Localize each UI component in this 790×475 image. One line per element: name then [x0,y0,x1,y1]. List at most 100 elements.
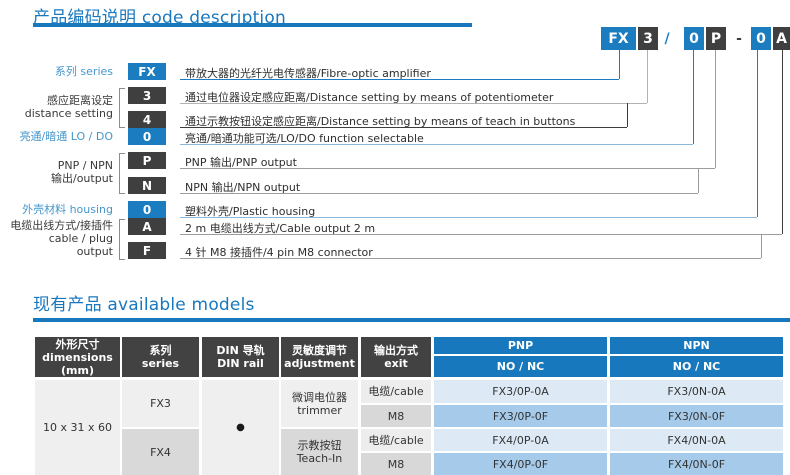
header-line: DIN rail [217,357,264,370]
cell-exit-row1: 电缆/cable [361,380,431,403]
cell-model-npn-row3: FX4/0N-0A [610,429,783,451]
cell-adjustment-teach-in: 示教按钮 Teach-In [281,429,358,475]
code-separator-dash: - [733,27,745,50]
header-line: 外形尺寸 [56,338,100,351]
label-line: 亮通/暗通 LO / DO [20,130,113,143]
connector-vertical-0-housing [757,50,758,217]
adjustment-line: trimmer [297,404,342,417]
code-box-4: 4 [128,111,166,128]
section1-underline [33,23,472,27]
code-box-N: N [128,177,166,194]
diagram-row-FX: FX 带放大器的光纤光电传感器/Fibre-optic amplifier [0,63,790,80]
cell-model-npn-row1: FX3/0N-0A [610,380,783,403]
code-segment-P: P [706,27,726,50]
cell-exit-row3: 电缆/cable [361,429,431,451]
adjustment-line: Teach-In [297,452,343,465]
section2-underline [33,318,790,322]
connector-vertical-FX [619,50,620,79]
cell-model-pnp-row3: FX4/0P-0A [434,429,607,451]
label-line: 电缆出线方式/接插件 [10,219,113,232]
code-segment-FX: FX [601,27,636,50]
diagram-row-0-housing: 0 塑料外壳/Plastic housing [0,201,790,218]
cell-model-npn-row2: FX3/0N-0F [610,405,783,427]
connector-vertical-A [782,50,783,234]
code-segment-0a: 0 [684,27,704,50]
adjustment-line: 示教按钮 [298,439,342,452]
label-line: PNP / NPN [51,159,113,172]
cell-exit-row2: M8 [361,405,431,427]
table-header-exit: 输出方式 exit [361,337,431,377]
cell-adjustment-trimmer: 微调电位器 trimmer [281,380,358,427]
cell-series-fx4: FX4 [122,429,199,475]
table-header-pnp-nonc: NO / NC [434,356,607,377]
code-box-F: F [128,242,166,259]
table-header-din-rail: DIN 导轨 DIN rail [202,337,279,377]
connector-underline-P [180,168,715,169]
bracket-cable-plug [119,219,125,260]
code-box-0-housing: 0 [128,201,166,218]
section2-title-zh: 现有产品 [33,295,102,315]
label-line: output [10,245,113,258]
header-line: 输出方式 [374,344,418,357]
cell-model-pnp-row4: FX4/0P-0F [434,453,607,475]
table-header-pnp: PNP [434,337,607,354]
bracket-distance-setting [119,88,125,128]
code-box-A: A [128,218,166,235]
label-housing: 外壳材料 housing [22,203,113,216]
table-header-npn: NPN [610,337,783,354]
label-line: 系列 series [55,65,113,78]
cell-model-pnp-row1: FX3/0P-0A [434,380,607,403]
code-box-P: P [128,152,166,169]
header-line: exit [384,357,408,370]
cell-din-rail-dot: ● [202,380,279,475]
table-header-adjustment: 灵敏度调节 adjustment [281,337,358,377]
code-box-0-lodo: 0 [128,128,166,145]
label-line: 输出/output [51,172,113,185]
label-line: distance setting [25,107,113,120]
code-box-FX: FX [128,63,166,80]
code-segment-A: A [773,27,790,50]
cell-model-pnp-row2: FX3/0P-0F [434,405,607,427]
header-line: 灵敏度调节 [292,344,347,357]
label-line: cable / plug [10,232,113,245]
header-line: adjustment [284,357,355,370]
connector-underline-A [180,234,782,235]
header-line: dimensions (mm) [35,351,120,377]
connector-underline-0-housing [180,217,757,218]
cell-model-npn-row4: FX4/0N-0F [610,453,783,475]
header-line: 系列 [150,344,172,357]
code-segment-0b: 0 [751,27,771,50]
connector-underline-F [180,258,761,259]
header-line: DIN 导轨 [216,344,264,357]
table-header-dimensions: 外形尺寸 dimensions (mm) [35,337,120,377]
connector-vertical-F [761,234,762,258]
cell-exit-row4: M8 [361,453,431,475]
section2-title-en: available models [107,295,254,315]
code-separator-slash: / [661,27,673,50]
diagram-row-0-lodo: 0 亮通/暗通功能可选/LO/DO function selectable [0,128,790,145]
code-box-3: 3 [128,87,166,104]
label-pnp-npn-output: PNP / NPN 输出/output [51,159,113,185]
table-header-npn-nonc: NO / NC [610,356,783,377]
label-cable-plug-output: 电缆出线方式/接插件 cable / plug output [10,219,113,258]
cell-series-fx3: FX3 [122,380,199,427]
label-distance-setting: 感应距离设定 distance setting [25,94,113,120]
table-header-series: 系列 series [122,337,199,377]
label-line: 感应距离设定 [25,94,113,107]
catalog-page: 产品编码说明 code description FX 3 / 0 P - 0 A… [0,0,790,475]
connector-underline-N [180,193,698,194]
code-segment-3: 3 [638,27,658,50]
connector-vertical-4 [627,103,628,127]
connector-vertical-3 [647,50,648,103]
cell-dimensions: 10 x 31 x 60 [35,380,120,475]
header-line: series [142,357,179,370]
label-series: 系列 series [55,65,113,78]
connector-vertical-0-lodo [693,50,694,144]
connector-vertical-N [698,168,699,193]
section2-title: 现有产品 available models [33,290,255,315]
label-lo-do: 亮通/暗通 LO / DO [20,130,113,143]
connector-vertical-P [715,50,716,168]
connector-underline-FX [180,79,619,80]
connector-underline-4 [180,127,627,128]
connector-underline-0-lodo [180,144,693,145]
